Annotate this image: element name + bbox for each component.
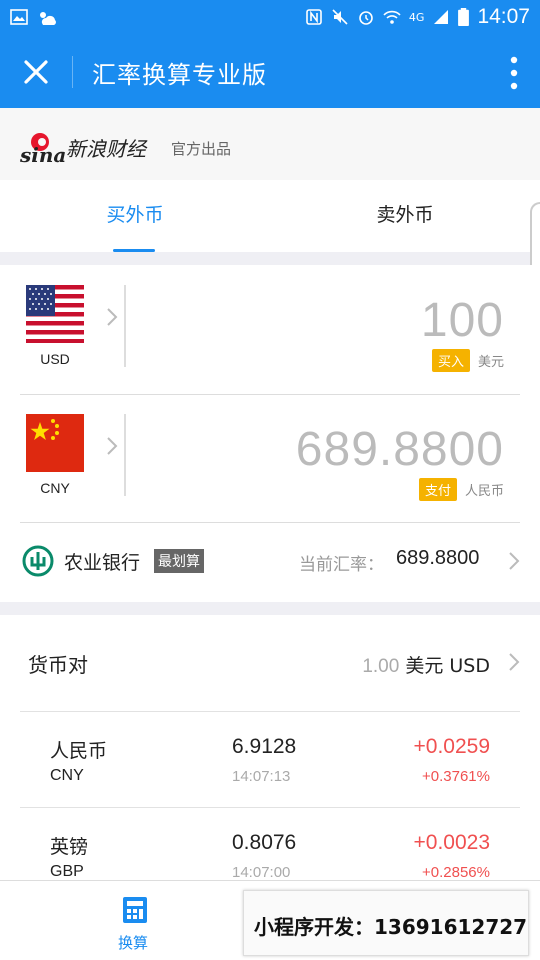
from-unit: 美元 bbox=[477, 355, 504, 370]
currency-code: CNY bbox=[50, 767, 84, 784]
alarm-icon bbox=[359, 11, 373, 25]
signal-icon bbox=[434, 10, 449, 24]
to-amount-value: 689.8800 bbox=[295, 423, 504, 476]
bank-name: 农业银行 bbox=[64, 552, 141, 574]
chevron-right-icon[interactable] bbox=[105, 435, 119, 457]
promo-text: 小程序开发：13691612727 bbox=[254, 915, 528, 939]
nfc-icon bbox=[306, 9, 322, 25]
official-label: 官方出品 bbox=[171, 140, 232, 158]
bank-rate-row[interactable]: 农业银行 最划算 当前汇率： 689.8800 bbox=[0, 522, 540, 602]
tab-sell-label: 卖外币 bbox=[376, 204, 434, 226]
currency-name: 人民币 bbox=[50, 740, 108, 762]
weather-icon bbox=[40, 12, 56, 25]
pairs-title: 货币对 bbox=[28, 653, 88, 677]
title-bar: 汇率换算专业版 bbox=[0, 36, 540, 108]
quote-time: 14:07:00 bbox=[232, 864, 291, 880]
us-flag-icon[interactable] bbox=[26, 285, 84, 343]
mute-icon bbox=[332, 9, 348, 25]
to-tagline: 支付 人民币 bbox=[418, 478, 504, 501]
to-currency-row[interactable]: CNY 689.8800 支付 人民币 bbox=[0, 394, 540, 524]
chevron-right-icon[interactable] bbox=[105, 306, 119, 328]
currency-name: 英镑 bbox=[50, 836, 89, 858]
from-currency-code: USD bbox=[40, 351, 70, 367]
currency-price: 0.8076 bbox=[232, 831, 297, 854]
chevron-right-icon[interactable] bbox=[508, 551, 520, 571]
active-tab-indicator bbox=[113, 249, 155, 252]
base-amount: 1.00 美元 USD bbox=[362, 651, 490, 678]
status-bar: 4G 14:07 bbox=[0, 0, 540, 36]
tab-buy-foreign[interactable]: 买外币 bbox=[0, 180, 270, 252]
percent-change: +0.3761% bbox=[422, 768, 490, 785]
quote-time: 14:07:13 bbox=[232, 768, 291, 785]
list-item[interactable]: 英镑 GBP 0.8076 14:07:00 +0.0023 +0.2856% bbox=[20, 807, 520, 880]
currency-pairs-section: 货币对 1.00 美元 USD 人民币 CNY 6.9128 14:07:13 … bbox=[0, 615, 540, 880]
to-currency-code: CNY bbox=[40, 480, 70, 496]
base-amount-number: 1.00 bbox=[362, 656, 400, 677]
from-amount-input[interactable]: 100 bbox=[421, 293, 504, 348]
price-change: +0.0023 bbox=[413, 831, 491, 854]
network-label: 4G bbox=[408, 10, 425, 24]
percent-change: +0.2856% bbox=[422, 864, 490, 880]
tab-sell-foreign[interactable]: 卖外币 bbox=[270, 180, 540, 252]
from-currency-row[interactable]: USD 100 买入 美元 bbox=[0, 265, 540, 395]
gallery-icon bbox=[10, 9, 28, 25]
page-title: 汇率换算专业版 bbox=[92, 61, 267, 89]
chevron-right-icon[interactable] bbox=[508, 652, 520, 672]
pair-header[interactable]: 货币对 1.00 美元 USD bbox=[0, 615, 540, 711]
trade-tabs: 买外币 卖外币 bbox=[0, 180, 540, 312]
rate-value: 689.8800 bbox=[396, 547, 480, 569]
battery-icon bbox=[458, 8, 470, 26]
price-change: +0.0259 bbox=[413, 735, 491, 758]
buy-tag: 买入 bbox=[431, 349, 470, 372]
brand-name: 新浪财经 bbox=[66, 137, 146, 161]
abc-bank-icon bbox=[22, 545, 54, 577]
base-unit: 美元 USD bbox=[405, 655, 490, 677]
pay-tag: 支付 bbox=[418, 478, 457, 501]
list-item[interactable]: 人民币 CNY 6.9128 14:07:13 +0.0259 +0.3761% bbox=[20, 711, 520, 807]
brand-strip: sina 新浪财经 官方出品 bbox=[0, 108, 540, 180]
rate-label: 当前汇率： bbox=[299, 555, 384, 575]
promo-banner: 小程序开发：13691612727 bbox=[243, 890, 529, 956]
best-rate-badge: 最划算 bbox=[154, 549, 204, 573]
clock: 14:07 bbox=[477, 5, 530, 28]
converter-card: USD 100 买入 美元 CNY 689.8800 支付 人民币 农业银行 最… bbox=[0, 265, 540, 602]
from-tagline: 买入 美元 bbox=[431, 349, 504, 372]
currency-code: GBP bbox=[50, 863, 84, 880]
svg-text:sina: sina bbox=[20, 143, 66, 167]
calculator-icon[interactable] bbox=[122, 896, 148, 924]
tab-buy-label: 买外币 bbox=[106, 204, 164, 226]
to-unit: 人民币 bbox=[464, 484, 504, 499]
wifi-icon bbox=[383, 10, 401, 24]
title-separator bbox=[72, 56, 73, 88]
divider bbox=[124, 285, 126, 367]
close-icon[interactable] bbox=[18, 54, 54, 90]
divider bbox=[124, 414, 126, 496]
china-flag-icon[interactable] bbox=[26, 414, 84, 472]
currency-price: 6.9128 bbox=[232, 735, 297, 758]
nav-convert-label[interactable]: 换算 bbox=[118, 932, 148, 953]
sina-logo-icon: sina bbox=[20, 133, 66, 167]
more-vertical-icon[interactable] bbox=[510, 56, 518, 90]
